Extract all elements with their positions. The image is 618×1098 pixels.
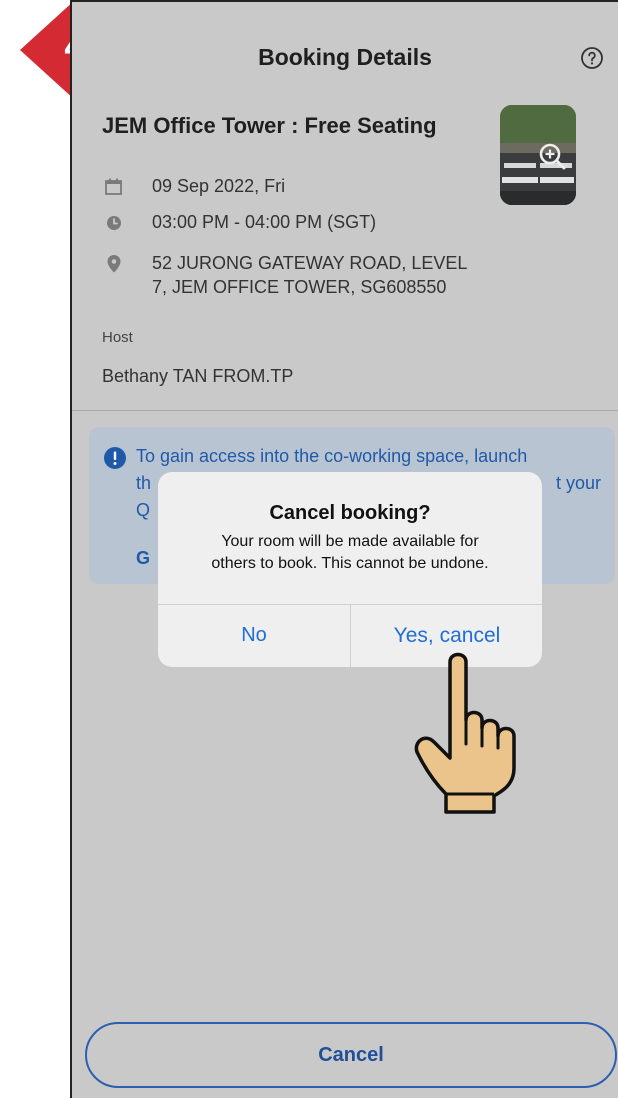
dialog-message-line-2: others to book. This cannot be undone. [211, 555, 489, 572]
section-divider [72, 410, 618, 411]
host-name: Bethany TAN FROM.TP [102, 366, 294, 386]
booking-date: 09 Sep 2022, Fri [152, 176, 286, 196]
help-circle-icon[interactable] [580, 46, 604, 70]
booking-address-row: 52 JURONG GATEWAY ROAD, LEVEL 7, JEM OFF… [102, 251, 467, 299]
pointing-hand-icon [414, 652, 516, 814]
address-line-2: 7, JEM OFFICE TOWER, SG608550 [152, 277, 447, 297]
location-pin-icon [107, 255, 121, 273]
zoom-in-icon[interactable] [538, 142, 568, 172]
booking-address: 52 JURONG GATEWAY ROAD, LEVEL 7, JEM OFF… [152, 251, 467, 299]
address-line-1: 52 JURONG GATEWAY ROAD, LEVEL [152, 253, 468, 273]
info-link[interactable]: G [136, 548, 150, 569]
booking-time: 03:00 PM - 04:00 PM (SGT) [152, 212, 377, 232]
dialog-title: Cancel booking? [269, 502, 431, 524]
dialog-message-line-1: Your room will be made available for [221, 533, 479, 550]
info-alert-icon [104, 447, 126, 469]
booking-date-row: 09 Sep 2022, Fri [102, 174, 285, 199]
booking-time-row: 03:00 PM - 04:00 PM (SGT) [102, 210, 376, 235]
host-label: Host [102, 329, 133, 346]
dialog-message: Your room will be made available for oth… [174, 531, 526, 575]
cancel-booking-dialog: Cancel booking? Your room will be made a… [158, 472, 542, 667]
info-line-1: To gain access into the co-working space… [136, 446, 528, 466]
page-title: Booking Details [258, 44, 432, 70]
cancel-booking-button[interactable]: Cancel [85, 1022, 617, 1088]
calendar-icon [105, 178, 122, 195]
info-line-2-end: t your [555, 473, 601, 493]
no-button[interactable]: No [158, 604, 350, 667]
venue-title: JEM Office Tower : Free Seating [102, 113, 437, 138]
info-line-2-start: th [136, 473, 152, 493]
clock-icon [107, 216, 121, 230]
